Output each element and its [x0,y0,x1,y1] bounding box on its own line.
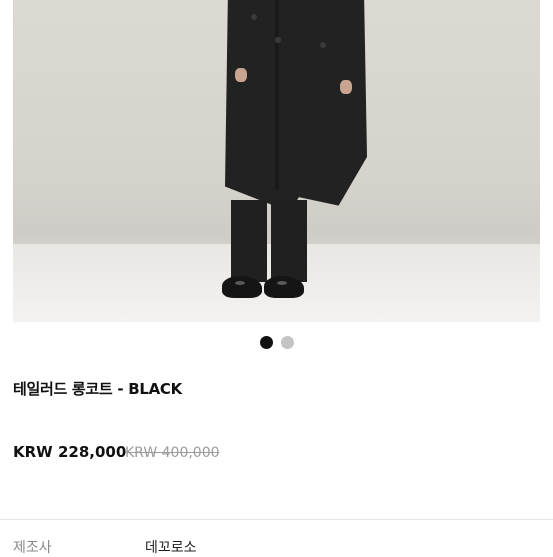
coat-button [251,14,257,20]
hand [340,80,352,94]
shoe-shine [235,281,245,285]
trouser-leg [231,200,267,282]
original-price: KRW 400,000 [125,445,220,461]
spec-value-manufacturer: 데꼬로소 [145,540,197,556]
divider [0,519,553,520]
trouser-leg [271,200,307,282]
shoe [222,276,262,298]
coat-seam [275,0,279,190]
long-coat [225,0,367,212]
coat-button [320,42,326,48]
sale-price: KRW 228,000 [13,443,127,461]
product-image[interactable] [13,0,540,322]
gallery-dot-2[interactable] [280,336,294,349]
coat-button [275,37,281,43]
shoe [264,276,304,298]
hand [235,68,247,82]
product-title: 테일러드 롱코트 - BLACK [13,380,182,398]
gallery-pagination [0,336,553,349]
shoe-shine [277,281,287,285]
spec-label-manufacturer: 제조사 [13,540,52,556]
gallery-dot-1[interactable] [259,336,273,349]
